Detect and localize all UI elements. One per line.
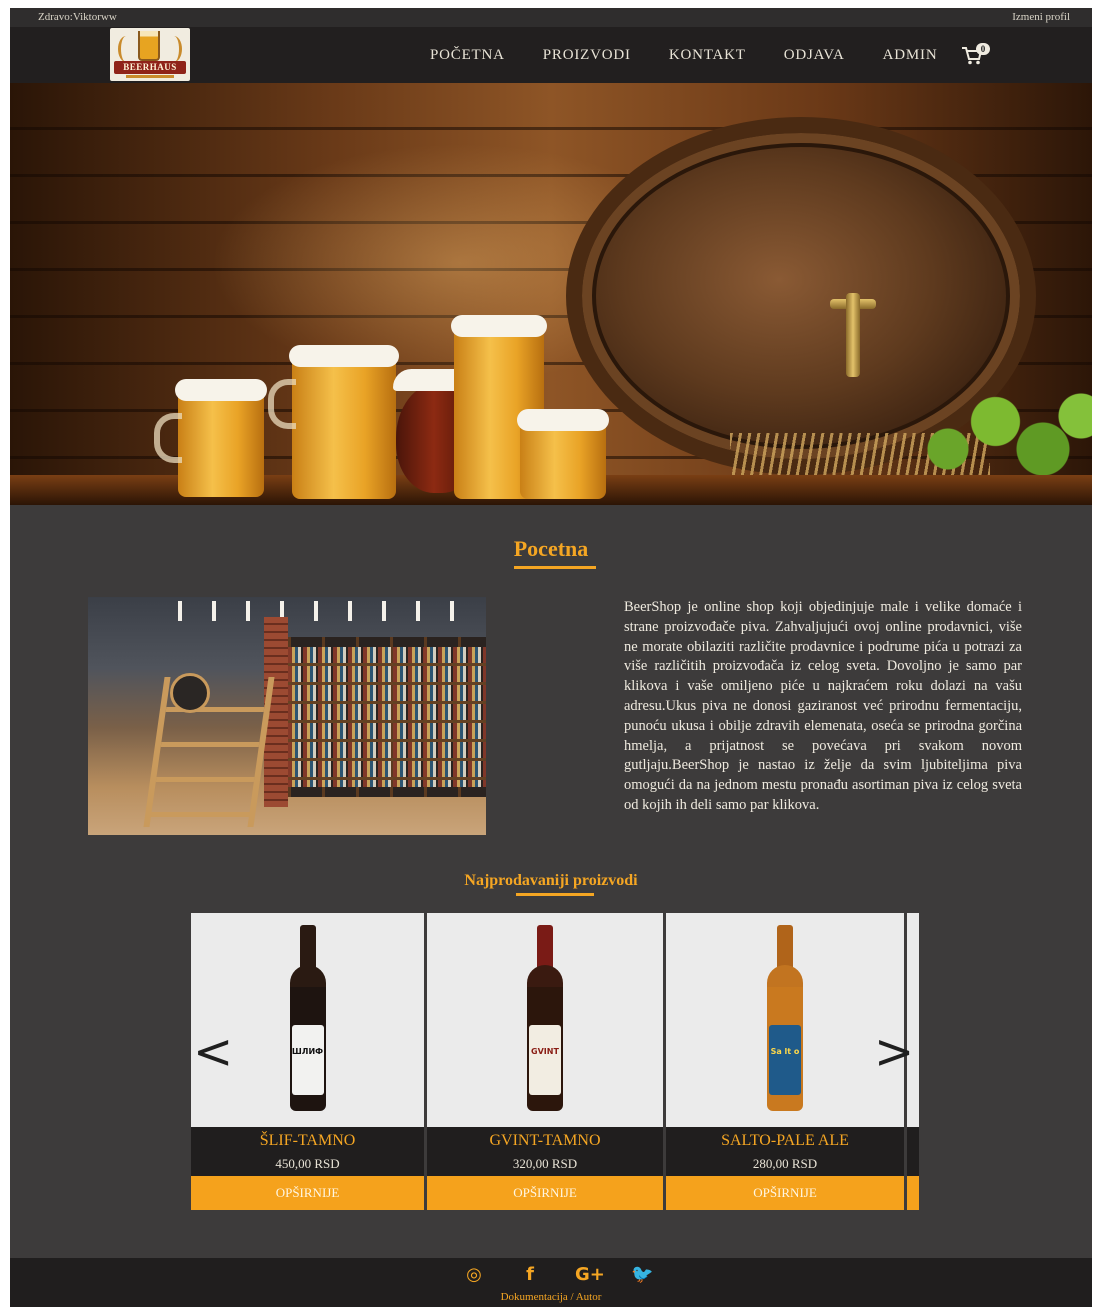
- product-price: 450,00 RSD: [275, 1156, 340, 1171]
- footer-links[interactable]: Dokumentacija / Autor: [10, 1291, 1092, 1303]
- bottle-label: ШЛИФ: [291, 1047, 324, 1056]
- wheat-right-decoration: [166, 36, 182, 62]
- product-card: Sa lt o SALTO-PALE ALE 280,00 RSD OPŠIRN…: [666, 913, 904, 1210]
- bottle-image: ШЛИФ: [288, 925, 328, 1111]
- carousel-next-arrow[interactable]: >: [874, 1028, 914, 1076]
- details-button[interactable]: OPŠIRNIJE: [666, 1176, 904, 1210]
- cart-count-badge: 0: [976, 43, 990, 55]
- google-plus-icon[interactable]: G+: [575, 1264, 605, 1285]
- product-info: SALTO-PALE ALE 280,00 RSD: [666, 1127, 904, 1176]
- product-price: 280,00 RSD: [752, 1156, 818, 1171]
- product-info: ŠLIF-TAMNO 450,00 RSD: [191, 1127, 424, 1176]
- main-menu: POČETNA PROIZVODI KONTAKT ODJAVA ADMIN: [430, 27, 975, 83]
- beer-mug-2: [268, 345, 399, 499]
- beer-mug-1: [154, 379, 267, 497]
- details-button[interactable]: OPŠIRNIJE: [191, 1176, 424, 1210]
- edit-profile-link[interactable]: Izmeni profil: [1012, 11, 1070, 23]
- bottle-image: Sa lt o: [765, 925, 805, 1111]
- store-sign: [170, 673, 210, 713]
- wheat-left-decoration: [118, 36, 134, 62]
- details-button[interactable]: OPŠIRNIJE: [427, 1176, 663, 1210]
- ceiling-lights: [148, 601, 468, 621]
- ladder-shelf: [143, 677, 275, 827]
- section-title-bestsellers: Najprodavaniji proizvodi: [464, 872, 638, 889]
- details-button[interactable]: [907, 1176, 919, 1210]
- facebook-icon[interactable]: f: [519, 1264, 541, 1285]
- beerhaus-logo[interactable]: BEERHAUS: [110, 28, 190, 81]
- nav-proizvodi[interactable]: PROIZVODI: [543, 47, 631, 64]
- product-card: GVINT GVINT-TAMNO 320,00 RSD OPŠIRNIJE: [427, 913, 663, 1210]
- product-image[interactable]: Sa lt o: [666, 913, 904, 1127]
- product-image[interactable]: GVINT: [427, 913, 663, 1127]
- instagram-icon[interactable]: ◎: [463, 1264, 485, 1285]
- product-carousel: ШЛИФ ŠLIF-TAMNO 450,00 RSD OPŠIRNIJE GVI…: [191, 913, 919, 1210]
- barrel-tap: [830, 293, 876, 377]
- product-image: [907, 913, 919, 1127]
- product-name[interactable]: GVINT-TAMNO: [427, 1132, 663, 1150]
- store-interior-image: [88, 597, 486, 835]
- beer-mug-3: [517, 409, 609, 499]
- bottle-label: GVINT: [531, 1047, 559, 1056]
- beer-glass-icon: [138, 31, 160, 61]
- product-name[interactable]: SALTO-PALE ALE: [666, 1132, 904, 1150]
- nav-pocetna[interactable]: POČETNA: [430, 47, 505, 64]
- title-underline: [516, 893, 594, 896]
- cart-button[interactable]: 0: [962, 43, 990, 65]
- nav-odjava[interactable]: ODJAVA: [784, 47, 845, 64]
- bottle-image: GVINT: [525, 925, 565, 1111]
- about-text: BeerShop je online shop koji objedinjuje…: [624, 599, 1022, 813]
- product-image[interactable]: ШЛИФ: [191, 913, 424, 1127]
- title-underline: [514, 566, 596, 569]
- bottle-label: Sa lt o: [770, 1047, 800, 1056]
- logo-underline: [126, 75, 174, 78]
- top-bar: Zdravo:Viktorww Izmeni profil: [10, 8, 1092, 27]
- social-links: ◎ f G+ 🐦: [10, 1264, 1092, 1285]
- greeting-text: Zdravo:Viktorww: [38, 11, 117, 23]
- bottles-on-shelves: [288, 647, 486, 787]
- section-title-pocetna: Pocetna: [513, 536, 589, 561]
- product-price: 320,00 RSD: [512, 1156, 578, 1171]
- nav-kontakt[interactable]: KONTAKT: [669, 47, 746, 64]
- nav-admin[interactable]: ADMIN: [883, 47, 938, 64]
- hero-banner-image: [10, 83, 1092, 505]
- footer: ◎ f G+ 🐦 Dokumentacija / Autor: [10, 1258, 1092, 1307]
- logo-text: BEERHAUS: [114, 61, 186, 74]
- page: Zdravo:Viktorww Izmeni profil BEERHAUS P…: [10, 8, 1092, 1307]
- product-info: GVINT-TAMNO 320,00 RSD: [427, 1127, 663, 1176]
- twitter-icon[interactable]: 🐦: [631, 1264, 653, 1285]
- product-name[interactable]: ŠLIF-TAMNO: [191, 1132, 424, 1150]
- navbar: BEERHAUS POČETNA PROIZVODI KONTAKT ODJAV…: [10, 27, 1092, 83]
- product-info: [907, 1127, 919, 1176]
- carousel-prev-arrow[interactable]: <: [193, 1028, 233, 1076]
